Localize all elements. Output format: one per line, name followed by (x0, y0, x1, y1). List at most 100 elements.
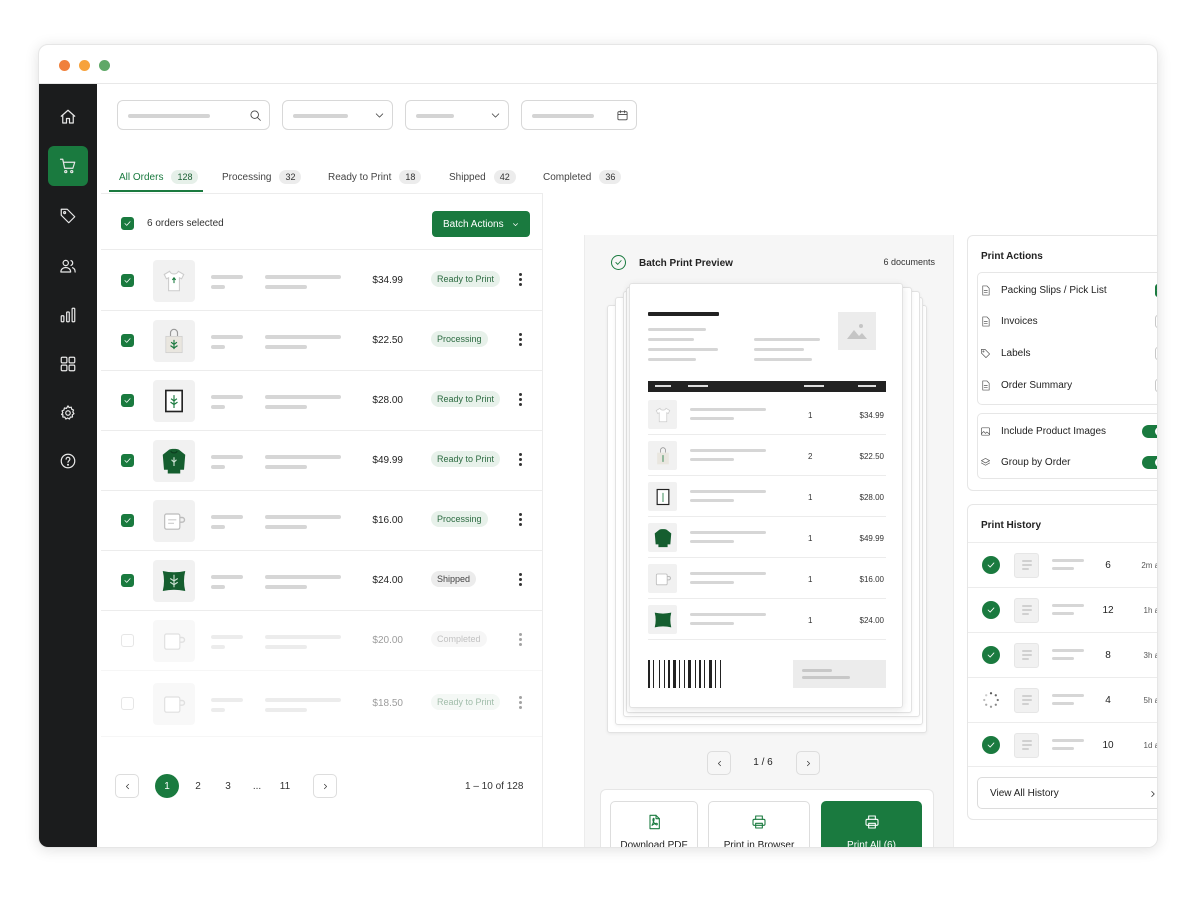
table-row[interactable]: $16.00 Processing (101, 491, 543, 551)
group-by-order-switch[interactable] (1142, 456, 1157, 469)
select-all-checkbox[interactable] (121, 217, 134, 230)
chevron-down-icon (491, 113, 500, 118)
option-checkbox[interactable] (1155, 284, 1157, 297)
history-row[interactable]: 10 1d ago (968, 722, 1157, 767)
row-checkbox[interactable] (121, 454, 134, 467)
type-filter-dropdown[interactable] (405, 100, 509, 130)
sidebar-item-orders[interactable] (48, 146, 88, 186)
row-checkbox[interactable] (121, 574, 134, 587)
window-close-dot[interactable] (59, 60, 70, 71)
pending-spinner-icon (982, 691, 1000, 709)
item-sub-placeholder (690, 417, 734, 420)
table-row[interactable]: $24.00 Shipped (101, 551, 543, 611)
table-row[interactable]: $28.00 Ready to Print (101, 371, 543, 431)
table-row[interactable]: $20.00 Completed (101, 611, 543, 671)
table-row[interactable]: $34.99 Ready to Print (101, 251, 543, 311)
search-input[interactable] (117, 100, 270, 130)
history-row[interactable]: 6 2m ago (968, 542, 1157, 587)
page-number-11[interactable]: 11 (273, 774, 297, 798)
row-checkbox[interactable] (121, 394, 134, 407)
order-id-placeholder (211, 635, 243, 639)
completed-status-icon (982, 736, 1000, 754)
row-menu-icon[interactable] (519, 453, 523, 467)
sidebar-item-settings[interactable] (48, 393, 88, 433)
option-packing-slips[interactable]: Packing Slips / Pick List (980, 275, 1157, 306)
packing-slip-document[interactable]: 1 $34.99 2 $22.50 1 $28.00 1 $49.99 1 $1… (629, 283, 903, 708)
sidebar-item-customers[interactable] (48, 246, 88, 286)
check-icon (124, 398, 131, 403)
history-row[interactable]: 8 3h ago (968, 632, 1157, 677)
tab-ready-to-print[interactable]: Ready to Print 18 (328, 162, 422, 192)
next-page-button[interactable] (313, 774, 337, 798)
option-checkbox[interactable] (1155, 347, 1157, 360)
history-row[interactable]: 4 5h ago (968, 677, 1157, 722)
doc-line-item: 1 $24.00 (648, 599, 886, 640)
include-images-switch[interactable] (1142, 425, 1157, 438)
page-number-2[interactable]: 2 (186, 774, 210, 798)
tab-shipped[interactable]: Shipped 42 (449, 162, 516, 192)
row-checkbox[interactable] (121, 697, 134, 710)
table-row[interactable]: $49.99 Ready to Print (101, 431, 543, 491)
sidebar-item-analytics[interactable] (48, 295, 88, 335)
sidebar-item-home[interactable] (48, 97, 88, 137)
window-minimize-dot[interactable] (79, 60, 90, 71)
option-checkbox[interactable] (1155, 315, 1157, 328)
table-row[interactable]: $22.50 Processing (101, 311, 543, 371)
row-menu-icon[interactable] (519, 573, 523, 587)
row-checkbox[interactable] (121, 634, 134, 647)
order-price: $16.00 (372, 515, 403, 526)
history-row[interactable]: 12 1h ago (968, 587, 1157, 632)
chevron-left-icon (125, 783, 129, 789)
print-in-browser-button[interactable]: Print in Browser (708, 801, 810, 848)
option-invoices[interactable]: Invoices (980, 306, 1157, 337)
header-line (688, 385, 708, 387)
tab-completed[interactable]: Completed 36 (543, 162, 622, 192)
option-checkbox[interactable] (1155, 379, 1157, 392)
preview-prev-button[interactable] (707, 751, 731, 775)
row-menu-icon[interactable] (519, 333, 523, 347)
selected-count-label: 6 orders selected (147, 218, 224, 229)
sidebar-item-help[interactable] (48, 441, 88, 481)
row-checkbox[interactable] (121, 334, 134, 347)
item-name-placeholder (690, 531, 766, 534)
sidebar-item-apps[interactable] (48, 344, 88, 384)
page-number-1[interactable]: 1 (155, 774, 179, 798)
check-icon (124, 338, 131, 343)
row-checkbox[interactable] (121, 514, 134, 527)
page-number-3[interactable]: 3 (216, 774, 240, 798)
toggle-group-by-order[interactable]: Group by Order (980, 447, 1157, 478)
toggle-include-images[interactable]: Include Product Images (980, 416, 1157, 447)
tab-all-orders[interactable]: All Orders 128 (119, 162, 199, 192)
prev-page-button[interactable] (115, 774, 139, 798)
table-row[interactable]: $18.50 Ready to Print (101, 671, 543, 737)
row-menu-icon[interactable] (519, 393, 523, 407)
pdf-file-icon (649, 814, 660, 829)
row-menu-icon[interactable] (519, 696, 523, 710)
row-menu-icon[interactable] (519, 273, 523, 287)
row-menu-icon[interactable] (519, 513, 523, 527)
doc-line-item: 1 $34.99 (648, 394, 886, 435)
print-in-browser-label: Print in Browser (723, 839, 795, 848)
gear-icon (61, 405, 75, 420)
product-name-placeholder (265, 455, 341, 459)
row-menu-icon[interactable] (519, 633, 523, 647)
preview-next-button[interactable] (796, 751, 820, 775)
print-all-button[interactable]: Print All (6) (821, 801, 922, 847)
history-sub-placeholder (1052, 702, 1074, 705)
download-pdf-button[interactable]: Download PDF (610, 801, 698, 847)
status-filter-dropdown[interactable] (282, 100, 393, 130)
header-line (858, 385, 876, 387)
view-all-history-button[interactable]: View All History (977, 777, 1157, 809)
order-sub-placeholder (211, 645, 225, 649)
history-sub-placeholder (1052, 612, 1074, 615)
order-sub-placeholder (211, 525, 225, 529)
row-checkbox[interactable] (121, 274, 134, 287)
date-filter-input[interactable] (521, 100, 637, 130)
batch-actions-button[interactable]: Batch Actions (432, 211, 530, 237)
tab-processing[interactable]: Processing 32 (222, 162, 302, 192)
window-zoom-dot[interactable] (99, 60, 110, 71)
option-labels[interactable]: Labels (980, 338, 1157, 369)
item-qty: 1 (808, 534, 813, 543)
option-order-summary[interactable]: Order Summary (980, 370, 1157, 401)
sidebar-item-products[interactable] (48, 196, 88, 236)
